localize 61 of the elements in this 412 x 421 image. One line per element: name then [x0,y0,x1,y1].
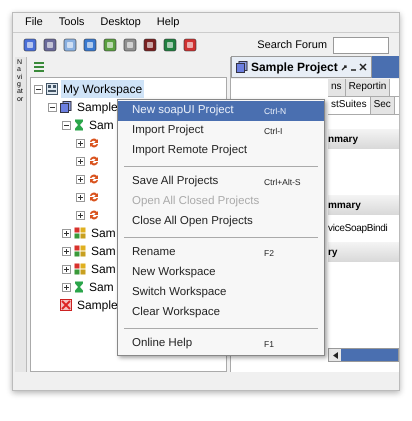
cycle-arrows-icon [88,209,100,221]
broken-project-icon [60,299,72,311]
grid-icon [74,245,86,257]
menu-item[interactable]: Switch Workspace [118,283,324,303]
expand-icon[interactable] [62,228,71,238]
collapse-icon[interactable] [34,84,43,94]
menu-item[interactable]: Close All Open Projects [118,212,324,232]
menu-item[interactable]: Clear Workspace [118,303,324,323]
section-header: ry [328,242,399,262]
menu-bar-item[interactable]: Tools [58,14,84,31]
section-header: nmary [328,129,399,149]
interface-name: viceSoapBindi [328,222,388,236]
tree-item-label[interactable]: Sam [89,260,118,278]
grid-icon [74,227,86,239]
section-header: mmary [328,195,399,215]
menu-item[interactable]: Import Project Ctrl-I [118,121,324,141]
tree-item-label[interactable]: Sample [75,98,120,116]
editor-subtab[interactable]: Reportin [346,79,390,96]
editor-tab[interactable]: Sample Project [231,56,372,78]
expand-icon[interactable] [62,264,71,274]
expand-icon[interactable] [76,174,85,184]
scroll-left-arrow-icon[interactable] [332,352,338,358]
scrollbar-thumb[interactable] [341,349,398,361]
collapse-icon[interactable] [62,120,71,130]
editor-subtab[interactable]: ns [328,79,346,96]
editor-subtab[interactable]: Sec [370,97,395,114]
collapse-icon[interactable] [48,102,57,112]
tree-item-label[interactable]: Sam [87,116,116,134]
menu-item[interactable]: New Workspace [118,263,324,283]
tree-item-label[interactable]: My Workspace [61,80,144,98]
cycle-arrows-icon [88,137,100,149]
window-controls-icon[interactable] [340,62,367,72]
expand-icon[interactable] [76,156,85,166]
tree-item-label[interactable]: Sam [87,278,116,296]
editor-subtab[interactable]: stSuites [328,97,371,114]
menu-bar-item[interactable]: Help [156,14,180,31]
expand-icon[interactable] [76,138,85,148]
tree-item-label[interactable]: Sam [89,224,118,242]
cycle-arrows-icon [88,155,100,167]
list-icon[interactable] [34,62,44,72]
expand-icon[interactable] [62,282,71,292]
expand-icon[interactable] [76,210,85,220]
cycle-arrows-icon [88,191,100,203]
menu-bar-item[interactable]: Desktop [100,14,141,31]
menu-bar-item[interactable]: File [25,14,43,31]
hourglass-icon [74,119,84,131]
search-label: Search Forum [257,38,327,53]
tree-item-label[interactable]: Sample [75,296,120,314]
menu-item[interactable]: Rename F2 [118,243,324,263]
hourglass-icon [74,281,84,293]
search-field[interactable] [333,36,389,54]
menu-item[interactable]: New soapUI Project Ctrl-N [118,101,324,121]
grid-icon [74,263,86,275]
editor-title: Sample Project [251,59,338,76]
menu-item[interactable]: Import Remote Project [118,141,324,161]
tree-item-label[interactable]: Sam [89,242,118,260]
expand-icon[interactable] [76,192,85,202]
menu-item[interactable]: Online Help F1 [118,334,324,354]
cycle-arrows-icon [88,173,100,185]
menu-item[interactable]: Save All Projects Ctrl+Alt-S [118,172,324,192]
expand-icon[interactable] [62,246,71,256]
